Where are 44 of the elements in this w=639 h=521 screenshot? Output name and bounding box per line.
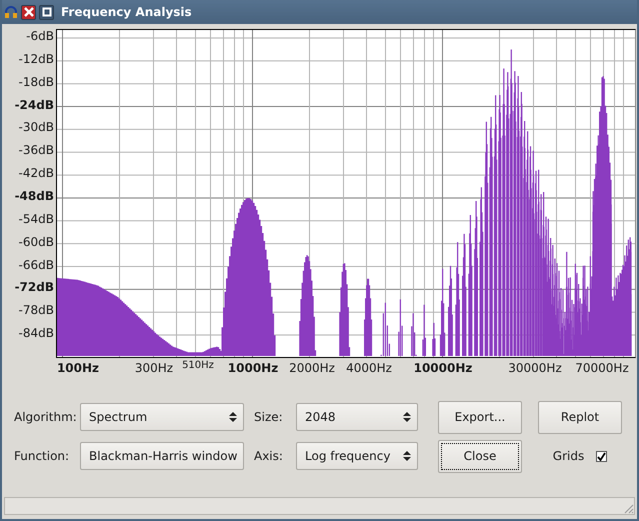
axis-label: -12dB: [18, 52, 54, 66]
dropdown[interactable]: 2048: [296, 403, 418, 431]
axis-label: 10000Hz: [414, 361, 472, 375]
axis-label: -30dB: [18, 120, 54, 134]
field-label: Algorithm:: [14, 410, 78, 424]
axis-label: -42dB: [18, 166, 54, 180]
axis-label: 70000Hz: [575, 361, 629, 375]
close-button[interactable]: [21, 4, 36, 20]
up-down-arrows-icon: [229, 411, 237, 423]
button[interactable]: Replot: [538, 400, 622, 434]
axis-label: -48dB: [14, 188, 54, 203]
axis-label: -66dB: [18, 258, 54, 272]
field-label: Axis:: [254, 449, 284, 463]
axis-label: 4000Hz: [346, 361, 392, 375]
axis-label: 1000Hz: [228, 361, 278, 375]
axis-label: -18dB: [18, 74, 54, 89]
checkbox[interactable]: [596, 450, 608, 462]
axis-label: 2000Hz: [289, 361, 335, 375]
up-down-arrows-icon: [403, 411, 411, 423]
axis-label: -78dB: [18, 303, 54, 318]
axis-label: 300Hz: [134, 361, 174, 375]
axis-label: -84dB: [18, 326, 54, 340]
axis-label: 100Hz: [56, 361, 100, 375]
dropdown[interactable]: Blackman-Harris window: [80, 442, 244, 470]
dropdown[interactable]: Spectrum: [80, 403, 244, 431]
window-title: Frequency Analysis: [61, 5, 192, 19]
checkbox-label: Grids: [552, 449, 584, 463]
axis-label: -24dB: [14, 98, 54, 112]
axis-label: -72dB: [14, 280, 54, 294]
maximize-button[interactable]: [39, 4, 54, 20]
button[interactable]: Close: [438, 440, 522, 472]
axis-label: -36dB: [18, 143, 54, 158]
axis-label: -6dB: [26, 29, 54, 43]
axis-label: -54dB: [18, 212, 54, 226]
headphones-icon: [4, 5, 18, 19]
button[interactable]: Export...: [438, 400, 522, 434]
field-label: Size:: [254, 410, 284, 424]
resize-grip-icon: [622, 502, 634, 514]
field-label: Function:: [14, 449, 70, 463]
axis-label: 30000Hz: [508, 361, 562, 375]
up-down-arrows-icon: [403, 450, 411, 462]
dropdown[interactable]: Log frequency: [296, 442, 418, 470]
axis-label: -60dB: [18, 234, 54, 249]
axis-label: 510Hz: [182, 360, 214, 371]
